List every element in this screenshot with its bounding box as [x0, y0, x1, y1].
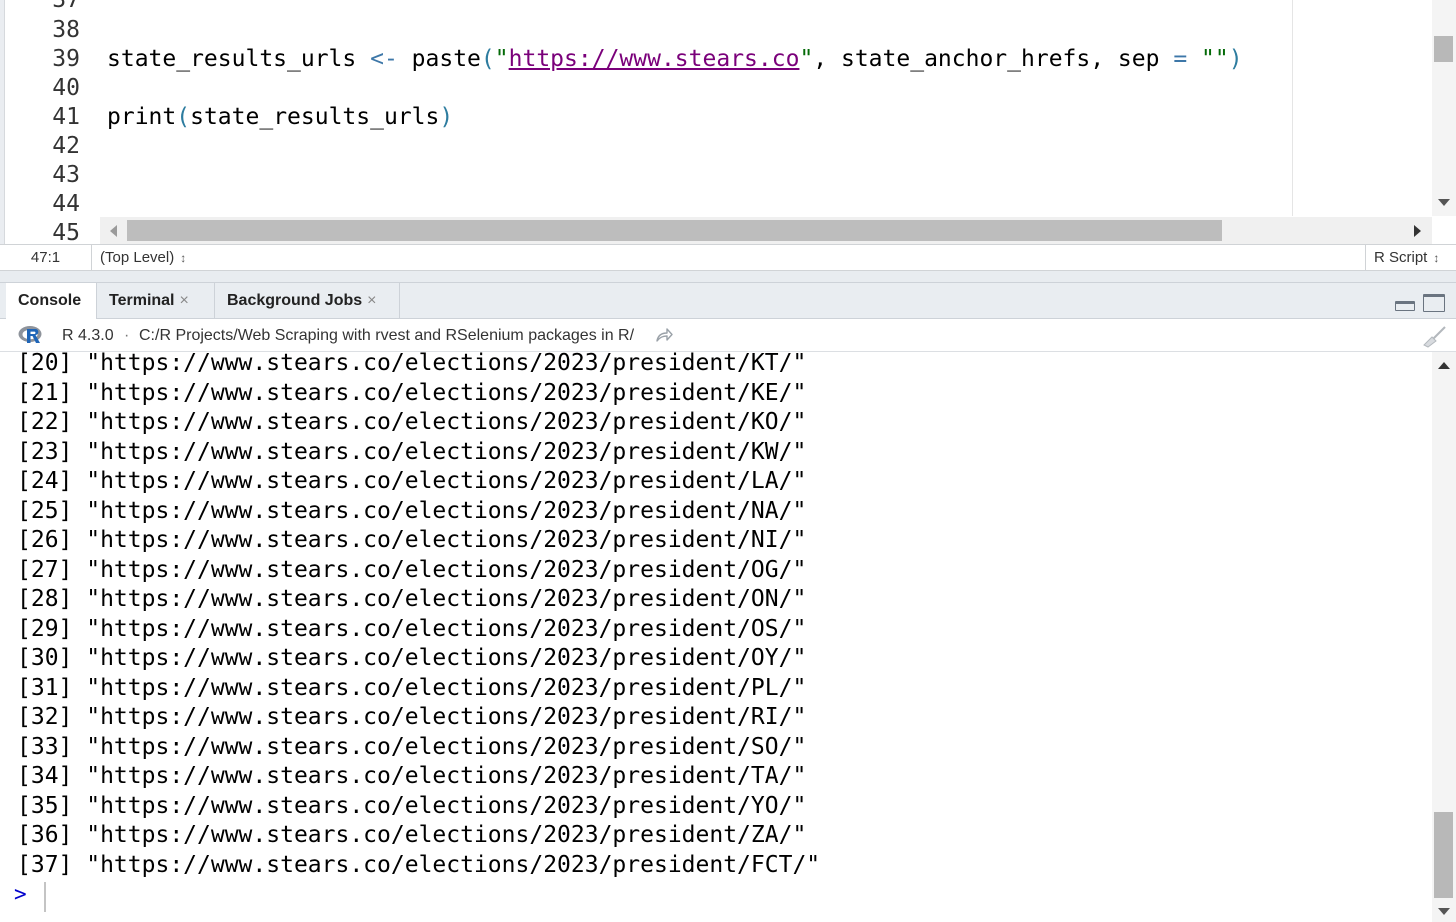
arrow-share-icon[interactable] [655, 327, 673, 343]
tab-label: Terminal [109, 292, 175, 309]
scroll-down-arrow-icon[interactable] [1438, 199, 1450, 206]
line-number: 44 [52, 191, 80, 217]
console-output-line: [32] "https://www.stears.co/elections/20… [17, 704, 807, 730]
line-number: 39 [52, 46, 80, 72]
console-output-line: [23] "https://www.stears.co/elections/20… [17, 438, 807, 465]
console-output-line: [35] "https://www.stears.co/elections/20… [17, 792, 807, 819]
updown-icon: ↕ [180, 251, 187, 265]
console-output-line: [36] "https://www.stears.co/elections/20… [17, 822, 807, 848]
code-empty-string: "" [1201, 46, 1229, 72]
console-output-line: [28] "https://www.stears.co/elections/20… [17, 586, 807, 612]
code-paren: ) [1228, 46, 1243, 72]
file-type-label: R Script [1374, 249, 1428, 266]
line-number: 38 [52, 17, 80, 43]
code-area[interactable]: state_results_urls <- paste("https://www… [107, 0, 1432, 216]
updown-icon: ↕ [1433, 251, 1440, 265]
console-output-line: [34] "https://www.stears.co/elections/20… [17, 763, 807, 789]
scroll-up-arrow-icon[interactable] [1438, 362, 1450, 369]
broom-icon[interactable] [1420, 325, 1448, 349]
console-output-line: [20] "https://www.stears.co/elections/20… [17, 352, 807, 376]
line-number: 45 [52, 220, 80, 244]
scroll-left-arrow-icon[interactable] [110, 225, 117, 237]
code-arguments: , state_anchor_hrefs, sep [813, 46, 1174, 72]
console-output-line: [22] "https://www.stears.co/elections/20… [17, 409, 807, 435]
console-output-line: [25] "https://www.stears.co/elections/20… [17, 497, 807, 524]
code-line-41[interactable]: print(state_results_urls) [107, 103, 453, 132]
tab-console[interactable]: Console [6, 283, 97, 320]
print-margin-line [1292, 0, 1293, 216]
console-output-line: [30] "https://www.stears.co/elections/20… [17, 645, 807, 671]
console-tab-bar: Console Terminal × Background Jobs × [0, 282, 1456, 320]
console-vscroll-thumb[interactable] [1434, 812, 1453, 898]
console-vertical-scrollbar[interactable] [1432, 352, 1456, 922]
file-type-selector[interactable]: R Script ↕ [1365, 245, 1456, 270]
tab-terminal[interactable]: Terminal × [97, 283, 215, 319]
cursor-position: 47:1 [0, 245, 92, 270]
tab-label: Console [18, 292, 82, 309]
console-header: R 4.3.0 · C:/R Projects/Web Scraping wit… [0, 319, 1456, 352]
editor-status-bar: 47:1 (Top Level) ↕ R Script ↕ [0, 244, 1456, 271]
working-directory: C:/R Projects/Web Scraping with rvest an… [139, 327, 635, 344]
code-paren: ( [480, 46, 495, 72]
maximize-pane-icon[interactable] [1423, 294, 1445, 312]
editor-hscroll-thumb[interactable] [127, 220, 1222, 241]
code-quote: " [494, 46, 509, 72]
pane-splitter[interactable] [0, 271, 1456, 282]
code-quote: " [799, 46, 814, 72]
separator-dot: · [124, 327, 130, 344]
console-output-line: [31] "https://www.stears.co/elections/20… [17, 674, 807, 701]
code-line-39[interactable]: state_results_urls <- paste("https://www… [107, 45, 1243, 74]
code-paren: ) [439, 104, 454, 130]
console-output-line: [26] "https://www.stears.co/elections/20… [17, 527, 807, 553]
console-output-area[interactable]: [20] "https://www.stears.co/elections/20… [0, 352, 1432, 922]
source-editor[interactable]: 37 38 39 40 41 42 43 44 45 state_results… [0, 0, 1456, 244]
code-paren: ( [176, 104, 191, 130]
code-argument: state_results_urls [190, 104, 440, 130]
console-output-line: [24] "https://www.stears.co/elections/20… [17, 468, 807, 494]
console-output-line: [27] "https://www.stears.co/elections/20… [17, 556, 807, 583]
line-number-gutter: 37 38 39 40 41 42 43 44 45 [6, 0, 86, 244]
code-equals-operator: = [1173, 46, 1188, 72]
tab-label: Background Jobs [227, 292, 363, 309]
console-output-line: [29] "https://www.stears.co/elections/20… [17, 615, 807, 642]
scroll-right-arrow-icon[interactable] [1414, 225, 1421, 237]
line-number: 42 [52, 133, 80, 159]
line-number: 43 [52, 162, 80, 188]
code-assign-operator: <- [370, 46, 398, 72]
console-output-line: [37] "https://www.stears.co/elections/20… [17, 851, 821, 878]
console-input-caret[interactable] [44, 882, 46, 912]
code-function: paste [411, 46, 481, 72]
scope-label: (Top Level) [100, 249, 175, 266]
editor-vertical-scrollbar[interactable] [1432, 0, 1456, 216]
code-url-link[interactable]: https://www.stears.co [509, 46, 800, 72]
line-number: 37 [52, 0, 80, 13]
console-output-line: [21] "https://www.stears.co/elections/20… [17, 379, 807, 406]
code-function: print [107, 104, 177, 130]
close-icon[interactable]: × [180, 292, 189, 309]
editor-horizontal-scrollbar[interactable] [100, 217, 1432, 244]
console-output-line: [33] "https://www.stears.co/elections/20… [17, 733, 807, 760]
scroll-down-arrow-icon[interactable] [1438, 908, 1450, 915]
line-number: 40 [52, 75, 80, 101]
code-variable: state_results_urls [107, 46, 357, 72]
tab-background-jobs[interactable]: Background Jobs × [215, 283, 400, 319]
line-number: 41 [52, 104, 80, 130]
editor-vscroll-thumb[interactable] [1434, 36, 1453, 62]
scope-selector[interactable]: (Top Level) ↕ [100, 245, 186, 270]
console-prompt: > [14, 882, 27, 906]
minimize-pane-icon[interactable] [1395, 301, 1415, 311]
close-icon[interactable]: × [367, 292, 376, 309]
editor-left-edge [0, 0, 5, 244]
r-logo-icon [18, 326, 42, 343]
r-version: R 4.3.0 [62, 327, 114, 344]
